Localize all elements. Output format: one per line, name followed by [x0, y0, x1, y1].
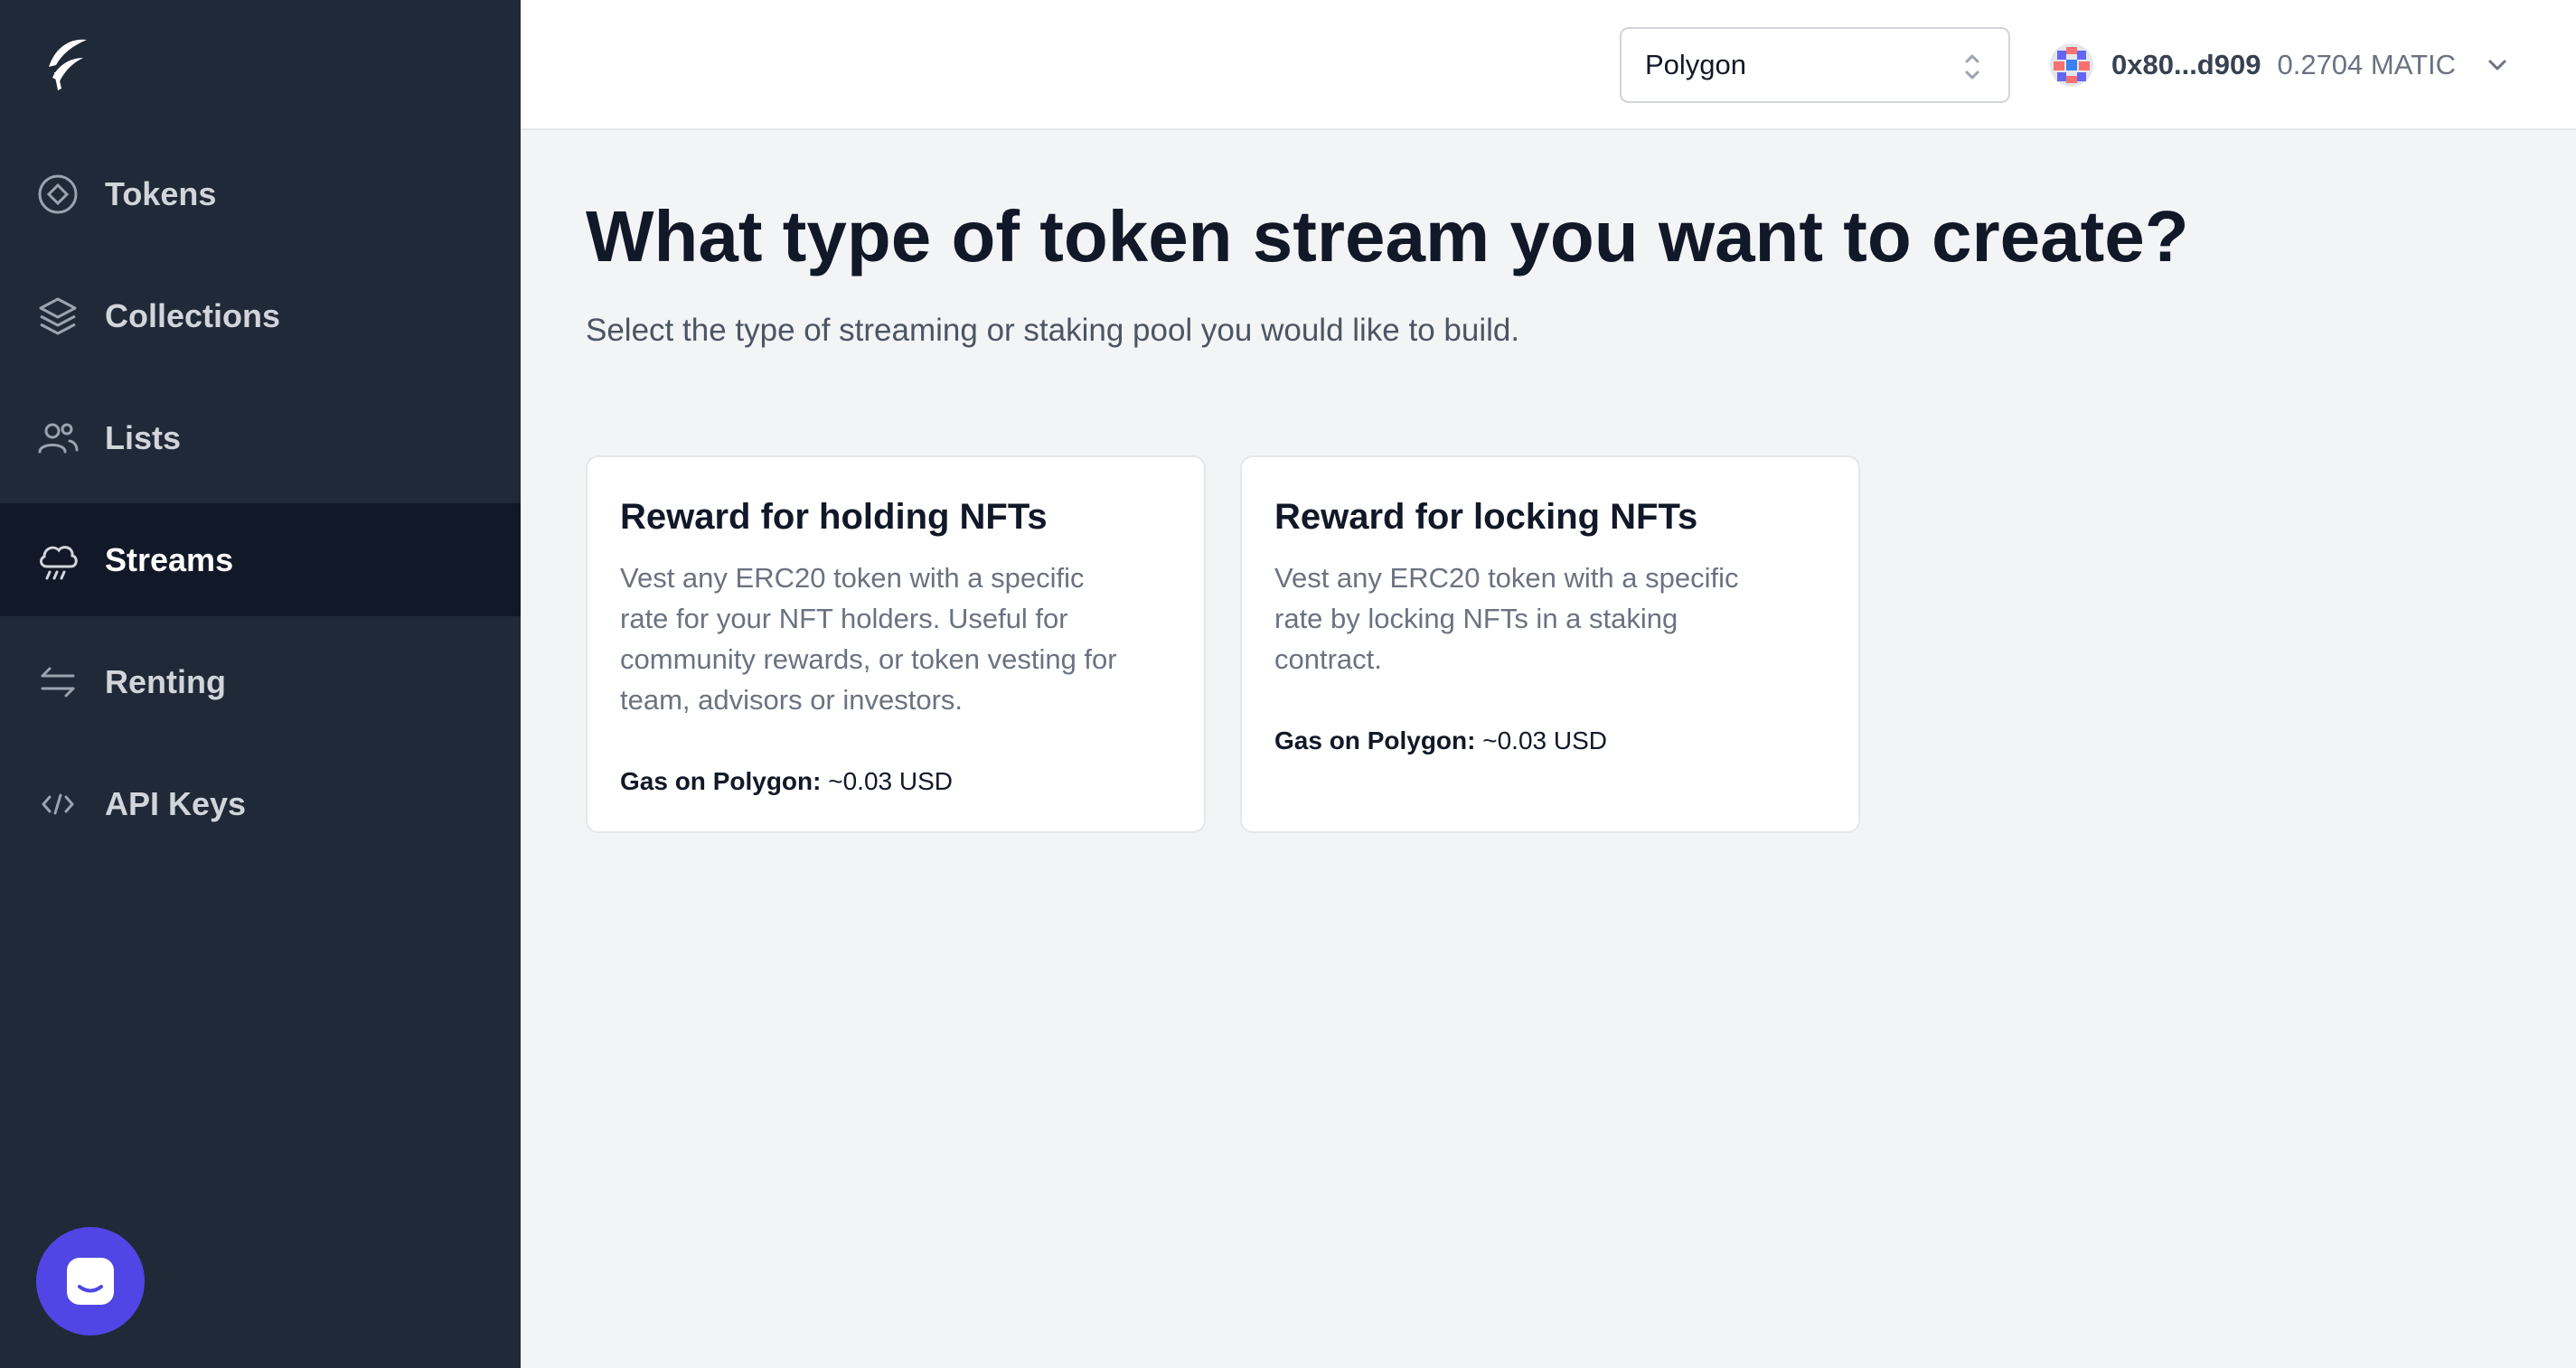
sidebar-item-label: Lists [105, 418, 182, 456]
network-select[interactable]: Polygon [1620, 27, 2010, 103]
card-gas-estimate: Gas on Polygon: ~0.03 USD [1274, 726, 1826, 755]
stream-type-card-holding[interactable]: Reward for holding NFTs Vest any ERC20 t… [586, 455, 1206, 833]
sidebar-item-api-keys[interactable]: API Keys [0, 747, 521, 860]
stream-type-card-locking[interactable]: Reward for locking NFTs Vest any ERC20 t… [1240, 455, 1860, 833]
chat-icon [67, 1258, 114, 1305]
users-icon [34, 415, 81, 462]
chevron-down-icon [2488, 60, 2506, 70]
wallet-address: 0x80...d909 [2111, 49, 2261, 80]
sidebar-item-tokens[interactable]: Tokens [0, 137, 521, 250]
sidebar-item-label: Renting [105, 662, 226, 700]
page-subtitle: Select the type of streaming or staking … [586, 313, 1520, 348]
card-gas-estimate: Gas on Polygon: ~0.03 USD [620, 767, 1171, 796]
sidebar-item-collections[interactable]: Collections [0, 259, 521, 372]
sidebar-item-label: Streams [105, 540, 234, 578]
app-logo-icon[interactable] [40, 33, 94, 96]
wallet-menu[interactable]: 0x80...d909 0.2704 MATIC [2050, 40, 2512, 90]
card-description: Vest any ERC20 token with a specific rat… [1274, 562, 1739, 675]
sidebar-item-label: Collections [105, 296, 281, 334]
top-header: Polygon 0x80...d909 0.2704 MATIC [521, 0, 2576, 130]
card-title: Reward for holding NFTs [620, 497, 1048, 537]
network-selected-value: Polygon [1645, 49, 1747, 80]
tokens-icon [34, 171, 81, 218]
card-description: Vest any ERC20 token with a specific rat… [620, 562, 1117, 716]
gas-label: Gas on Polygon: [1274, 726, 1476, 754]
sidebar-nav: Tokens Collections Lists Streams Renting… [0, 137, 521, 869]
switch-arrows-icon [34, 659, 81, 706]
code-icon [34, 781, 81, 828]
layers-icon [34, 293, 81, 340]
page-title: What type of token stream you want to cr… [586, 196, 2189, 276]
sidebar-item-renting[interactable]: Renting [0, 625, 521, 738]
card-title: Reward for locking NFTs [1274, 497, 1698, 537]
cloud-rain-icon [34, 537, 81, 584]
gas-value: ~0.03 USD [1482, 726, 1607, 754]
sidebar-item-streams[interactable]: Streams [0, 503, 521, 616]
sidebar-item-label: API Keys [105, 784, 247, 822]
gas-value: ~0.03 USD [828, 767, 953, 795]
sidebar-item-label: Tokens [105, 174, 217, 212]
avatar [2050, 43, 2093, 87]
wallet-balance: 0.2704 MATIC [2277, 49, 2457, 80]
sidebar-item-lists[interactable]: Lists [0, 381, 521, 494]
sidebar: Tokens Collections Lists Streams Renting… [0, 0, 521, 1368]
gas-label: Gas on Polygon: [620, 767, 822, 795]
chat-launcher-button[interactable] [36, 1227, 145, 1335]
select-arrows-icon [1965, 54, 1979, 80]
